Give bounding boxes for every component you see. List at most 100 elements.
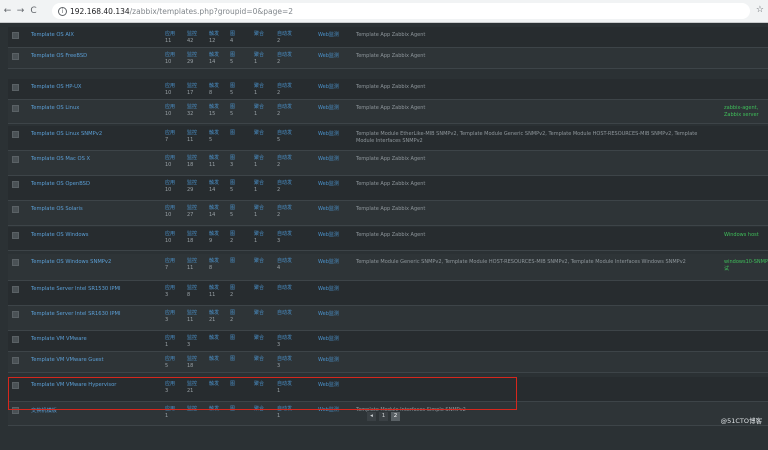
- count-link[interactable]: 监控 29: [187, 52, 197, 65]
- linked-templates[interactable]: Template Module Generic SNMPv2, Template…: [356, 259, 711, 266]
- row-checkbox[interactable]: [12, 131, 19, 138]
- count-link[interactable]: 图5: [230, 180, 235, 193]
- template-name-link[interactable]: Template OS FreeBSD: [31, 53, 87, 59]
- row-checkbox[interactable]: [12, 53, 19, 60]
- row-checkbox[interactable]: [12, 84, 19, 91]
- count-link[interactable]: 触发 8: [209, 258, 219, 271]
- count-link[interactable]: 聚合: [254, 356, 264, 363]
- template-name-link[interactable]: Template OS Linux SNMPv2: [31, 131, 102, 137]
- count-link[interactable]: 聚合 1: [254, 104, 264, 117]
- count-link[interactable]: 监控 32: [187, 104, 197, 117]
- count-link[interactable]: 应用 1: [165, 335, 175, 348]
- forward-arrow-icon[interactable]: →: [15, 4, 26, 18]
- template-name-link[interactable]: Template OS OpenBSD: [31, 181, 90, 187]
- count-link[interactable]: 自动发 5: [277, 130, 292, 143]
- count-link[interactable]: 图2: [230, 310, 235, 323]
- count-link[interactable]: 应用 10: [165, 52, 175, 65]
- count-link[interactable]: 触发 8: [209, 83, 219, 96]
- template-name-link[interactable]: Template OS Solaris: [31, 206, 83, 212]
- count-link[interactable]: 聚合: [254, 31, 264, 38]
- count-link[interactable]: 图: [230, 130, 235, 137]
- count-link[interactable]: 监控 42: [187, 31, 197, 44]
- count-link[interactable]: 聚合: [254, 335, 264, 342]
- count-link[interactable]: 监控 11: [187, 130, 197, 143]
- count-link[interactable]: 聚合: [254, 130, 264, 137]
- count-link[interactable]: 图5: [230, 83, 235, 96]
- row-checkbox[interactable]: [12, 286, 19, 293]
- count-link[interactable]: 触发: [209, 356, 219, 363]
- template-name-link[interactable]: Template OS Linux: [31, 105, 79, 111]
- template-name-link[interactable]: Template Server Intel SR1630 IPMI: [31, 311, 121, 317]
- count-link[interactable]: 监控 3: [187, 335, 197, 348]
- reload-icon[interactable]: C: [28, 4, 39, 18]
- count-link[interactable]: 自动发 3: [277, 231, 292, 244]
- count-link[interactable]: 自动发 3: [277, 356, 292, 369]
- row-checkbox[interactable]: [12, 105, 19, 112]
- count-link[interactable]: 触发 11: [209, 155, 219, 168]
- count-link[interactable]: 应用 10: [165, 180, 175, 193]
- web-monitoring-link[interactable]: Web监测: [318, 131, 339, 138]
- linked-templates[interactable]: Template App Zabbix Agent: [356, 181, 711, 188]
- count-link[interactable]: 聚合 1: [254, 83, 264, 96]
- count-link[interactable]: 应用 7: [165, 258, 175, 271]
- count-link[interactable]: 图: [230, 335, 235, 342]
- web-monitoring-link[interactable]: Web监测: [318, 32, 339, 39]
- count-link[interactable]: 触发 14: [209, 52, 219, 65]
- web-monitoring-link[interactable]: Web监测: [318, 181, 339, 188]
- count-link[interactable]: 监控 18: [187, 356, 197, 369]
- web-monitoring-link[interactable]: Web监测: [318, 156, 339, 163]
- count-link[interactable]: 聚合: [254, 285, 264, 292]
- bookmark-star-icon[interactable]: ☆: [756, 5, 764, 15]
- count-link[interactable]: 应用 10: [165, 83, 175, 96]
- web-monitoring-link[interactable]: Web监测: [318, 286, 339, 293]
- count-link[interactable]: 应用 10: [165, 205, 175, 218]
- count-link[interactable]: 自动发 2: [277, 155, 292, 168]
- pagination-prev[interactable]: ◂: [367, 412, 376, 421]
- row-checkbox[interactable]: [12, 206, 19, 213]
- count-link[interactable]: 图2: [230, 231, 235, 244]
- count-link[interactable]: 监控 8: [187, 285, 197, 298]
- template-name-link[interactable]: Template OS Mac OS X: [31, 156, 90, 162]
- row-checkbox[interactable]: [12, 336, 19, 343]
- count-link[interactable]: 自动发 3: [277, 335, 292, 348]
- count-link[interactable]: 自动发 2: [277, 104, 292, 117]
- linked-hosts[interactable]: Windows host: [724, 232, 768, 239]
- count-link[interactable]: 监控 11: [187, 310, 197, 323]
- web-monitoring-link[interactable]: Web监测: [318, 357, 339, 364]
- count-link[interactable]: 聚合 1: [254, 155, 264, 168]
- count-link[interactable]: 触发 11: [209, 285, 219, 298]
- linked-templates[interactable]: Template App Zabbix Agent: [356, 84, 711, 91]
- address-bar[interactable]: i 192.168.40.134 /zabbix/templates.php?g…: [52, 3, 750, 19]
- count-link[interactable]: 应用 3: [165, 285, 175, 298]
- count-link[interactable]: 自动发 2: [277, 31, 292, 44]
- row-checkbox[interactable]: [12, 357, 19, 364]
- row-checkbox[interactable]: [12, 181, 19, 188]
- linked-templates[interactable]: Template App Zabbix Agent: [356, 156, 711, 163]
- site-info-icon[interactable]: i: [58, 6, 67, 16]
- count-link[interactable]: 图4: [230, 31, 235, 44]
- count-link[interactable]: 监控 27: [187, 205, 197, 218]
- web-monitoring-link[interactable]: Web监测: [318, 84, 339, 91]
- count-link[interactable]: 触发 5: [209, 130, 219, 143]
- count-link[interactable]: 监控 11: [187, 258, 197, 271]
- web-monitoring-link[interactable]: Web监测: [318, 311, 339, 318]
- count-link[interactable]: 应用 10: [165, 104, 175, 117]
- web-monitoring-link[interactable]: Web监测: [318, 336, 339, 343]
- web-monitoring-link[interactable]: Web监测: [318, 105, 339, 112]
- count-link[interactable]: 图5: [230, 52, 235, 65]
- template-name-link[interactable]: Template OS Windows SNMPv2: [31, 259, 111, 265]
- linked-templates[interactable]: Template App Zabbix Agent: [356, 105, 711, 112]
- count-link[interactable]: 自动发 2: [277, 205, 292, 218]
- count-link[interactable]: 图5: [230, 205, 235, 218]
- pagination-page-active[interactable]: 2: [391, 412, 400, 421]
- row-checkbox[interactable]: [12, 32, 19, 39]
- pagination-page[interactable]: 1: [379, 412, 388, 421]
- count-link[interactable]: 自动发 2: [277, 180, 292, 193]
- count-link[interactable]: 图5: [230, 104, 235, 117]
- template-name-link[interactable]: Template OS HP-UX: [31, 84, 81, 90]
- count-link[interactable]: 应用 5: [165, 356, 175, 369]
- template-name-link[interactable]: Template VM VMware Guest: [31, 357, 104, 363]
- count-link[interactable]: 触发: [209, 335, 219, 342]
- count-link[interactable]: 应用 7: [165, 130, 175, 143]
- count-link[interactable]: 触发 15: [209, 104, 219, 117]
